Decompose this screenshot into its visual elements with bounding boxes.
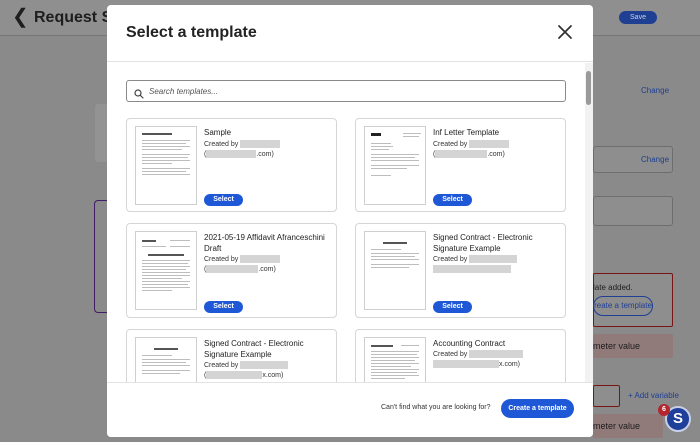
template-thumbnail: [135, 231, 197, 310]
template-email: (.com): [433, 150, 505, 159]
template-card[interactable]: Signed Contract - Electronic Signature E…: [355, 223, 566, 318]
template-card[interactable]: Inf Letter Template Created by (.com) Se…: [355, 118, 566, 212]
field-box-2[interactable]: [593, 196, 673, 226]
change-link-2[interactable]: Change: [641, 155, 669, 164]
scrollbar[interactable]: [585, 63, 593, 382]
template-card[interactable]: Signed Contract - Electronic Signature E…: [126, 329, 337, 382]
close-icon[interactable]: [556, 23, 574, 41]
variable-input[interactable]: [593, 385, 620, 407]
template-email: (.com): [204, 265, 276, 274]
scrollbar-thumb[interactable]: [586, 71, 591, 105]
select-button[interactable]: Select: [433, 301, 472, 313]
template-card[interactable]: Accounting Contract Created by x.com): [355, 329, 566, 382]
template-thumbnail: [135, 337, 197, 382]
dialog-footer: Can't find what you are looking for? Cre…: [107, 382, 593, 437]
template-thumbnail: [364, 231, 426, 310]
template-thumbnail: [135, 126, 197, 205]
template-creator: Created by: [433, 350, 524, 360]
select-template-dialog: Select a template Sample Created by: [107, 5, 593, 437]
change-link-1[interactable]: Change: [641, 86, 669, 95]
template-list: Sample Created by (.com) Select Inf Lett…: [107, 63, 593, 382]
template-email: (x.com): [204, 371, 284, 380]
template-creator: Created by: [433, 255, 518, 265]
template-creator: Created by: [204, 361, 289, 371]
select-button[interactable]: Select: [433, 194, 472, 206]
dialog-header: Select a template: [107, 5, 593, 62]
search-input[interactable]: [149, 83, 549, 99]
template-email: [433, 265, 511, 275]
template-creator: Created by: [204, 255, 281, 265]
template-card[interactable]: 2021-05-19 Affidavit Afranceschini Draft…: [126, 223, 337, 318]
search-field[interactable]: [126, 80, 566, 102]
template-creator: Created by: [204, 140, 281, 150]
parameter-value-2: meter value: [593, 421, 641, 431]
template-creator: Created by: [433, 140, 510, 150]
template-name: Accounting Contract: [433, 339, 506, 348]
template-name: 2021-05-19 Affidavit Afranceschini Draft: [204, 233, 325, 253]
template-name: Signed Contract - Electronic Signature E…: [433, 233, 533, 253]
save-button[interactable]: Save: [619, 11, 657, 24]
template-name: Signed Contract - Electronic Signature E…: [204, 339, 304, 359]
footer-prompt: Can't find what you are looking for?: [381, 404, 491, 411]
template-name: Inf Letter Template: [433, 128, 500, 137]
notification-badge: 6: [658, 404, 670, 416]
template-email: x.com): [433, 360, 520, 370]
dialog-title: Select a template: [126, 24, 257, 41]
create-template-button[interactable]: Create a template: [501, 399, 574, 418]
add-variable-link[interactable]: + Add variable: [628, 391, 679, 400]
template-email: (.com): [204, 150, 274, 159]
select-button[interactable]: Select: [204, 194, 243, 206]
template-added-text: late added.: [593, 283, 633, 292]
select-button[interactable]: Select: [204, 301, 243, 313]
template-name: Sample: [204, 128, 232, 137]
search-icon: [134, 86, 144, 104]
back-arrow-icon[interactable]: ❮: [12, 7, 29, 27]
parameter-value-1: meter value: [593, 341, 641, 351]
template-thumbnail: [364, 337, 426, 382]
template-card[interactable]: Sample Created by (.com) Select: [126, 118, 337, 212]
create-template-pill[interactable]: reate a template: [593, 296, 653, 316]
template-thumbnail: [364, 126, 426, 205]
